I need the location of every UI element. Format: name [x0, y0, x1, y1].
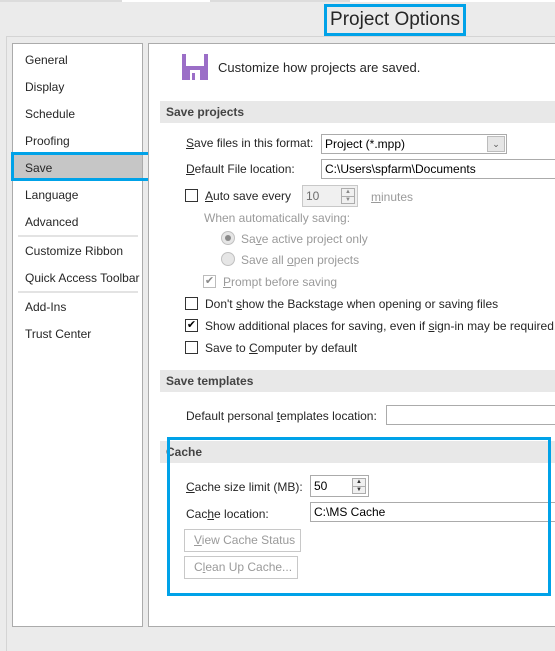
- sidebar-item-language[interactable]: Language: [13, 182, 142, 208]
- prompt-before-saving-checkbox[interactable]: ✔: [203, 275, 216, 288]
- sidebar-item-quick-access-toolbar[interactable]: Quick Access Toolbar: [13, 265, 142, 291]
- radio-save-all-projects[interactable]: [221, 252, 235, 266]
- sidebar-item-schedule[interactable]: Schedule: [13, 101, 142, 127]
- spin-up-icon[interactable]: ▲: [342, 189, 354, 196]
- window-title-text: Project Options: [330, 9, 460, 30]
- templates-location-input[interactable]: [386, 405, 555, 425]
- save-format-label: Save files in this format:: [186, 136, 314, 150]
- templates-location-label: Default personal templates location:: [186, 409, 377, 423]
- spin-down-icon[interactable]: ▼: [353, 486, 365, 493]
- page-description: Customize how projects are saved.: [218, 59, 421, 75]
- sidebar-item-add-ins[interactable]: Add-Ins: [13, 294, 142, 320]
- section-save-projects: Save projects: [160, 101, 555, 123]
- cache-location-label: Cache location:: [186, 507, 269, 521]
- show-additional-places-label: Show additional places for saving, even …: [205, 319, 555, 333]
- view-cache-status-button[interactable]: View Cache Status: [184, 529, 301, 552]
- default-location-input[interactable]: C:\Users\spfarm\Documents: [321, 159, 555, 179]
- prompt-before-saving-label: Prompt before saving: [223, 275, 338, 289]
- cache-size-value: 50: [314, 479, 328, 493]
- spin-buttons[interactable]: ▲ ▼: [352, 478, 366, 494]
- sidebar-divider: [18, 291, 138, 293]
- spin-buttons[interactable]: ▲ ▼: [341, 188, 355, 204]
- autosave-checkbox[interactable]: [185, 189, 198, 202]
- sidebar-item-trust-center[interactable]: Trust Center: [13, 321, 142, 347]
- section-save-templates: Save templates: [160, 370, 555, 392]
- sidebar-item-save[interactable]: Save: [13, 155, 142, 181]
- save-to-computer-label: Save to Computer by default: [205, 341, 358, 355]
- top-strip: [0, 0, 555, 2]
- sidebar-item-advanced[interactable]: Advanced: [13, 209, 142, 235]
- sidebar-item-general[interactable]: General: [13, 47, 142, 73]
- spin-up-icon[interactable]: ▲: [353, 479, 365, 486]
- sidebar-nav: General Display Schedule Proofing Save L…: [12, 43, 143, 627]
- radio-save-active-project[interactable]: [221, 231, 235, 245]
- clean-up-cache-button[interactable]: Clean Up Cache...: [184, 556, 298, 579]
- minutes-label: minutes: [371, 190, 414, 204]
- window-title: Project Options: [324, 4, 466, 36]
- radio-save-all-label: Save all open projects: [241, 253, 360, 267]
- dont-show-backstage-checkbox[interactable]: [185, 297, 198, 310]
- autosave-minutes-spinner[interactable]: 10 ▲ ▼: [302, 185, 358, 207]
- spin-down-icon[interactable]: ▼: [342, 196, 354, 203]
- cache-location-input[interactable]: C:\MS Cache: [310, 502, 555, 522]
- dont-show-backstage-label: Don't show the Backstage when opening or…: [205, 297, 499, 311]
- cache-size-spinner[interactable]: 50 ▲ ▼: [310, 475, 369, 497]
- autosave-label: Auto save every: [205, 189, 292, 203]
- save-format-select[interactable]: Project (*.mpp) ⌄: [321, 134, 507, 154]
- show-additional-places-checkbox[interactable]: ✔: [185, 319, 198, 332]
- default-location-label: Default File location:: [186, 162, 295, 176]
- sidebar-item-display[interactable]: Display: [13, 74, 142, 100]
- sidebar-item-customize-ribbon[interactable]: Customize Ribbon: [13, 238, 142, 264]
- cache-size-label: Cache size limit (MB):: [186, 480, 303, 494]
- content-panel: Customize how projects are saved. Save p…: [148, 43, 555, 627]
- autosave-minutes-value: 10: [306, 189, 320, 203]
- when-saving-label: When automatically saving:: [204, 211, 351, 225]
- radio-save-active-label: Save active project only: [241, 232, 368, 246]
- sidebar-divider: [18, 235, 138, 237]
- chevron-down-icon[interactable]: ⌄: [487, 136, 505, 152]
- page-header: Customize how projects are saved.: [182, 54, 420, 80]
- save-format-value: Project (*.mpp): [325, 137, 406, 151]
- sidebar-item-proofing[interactable]: Proofing: [13, 128, 142, 154]
- save-to-computer-checkbox[interactable]: [185, 341, 198, 354]
- save-floppy-icon: [182, 54, 208, 80]
- section-cache: Cache: [160, 441, 555, 463]
